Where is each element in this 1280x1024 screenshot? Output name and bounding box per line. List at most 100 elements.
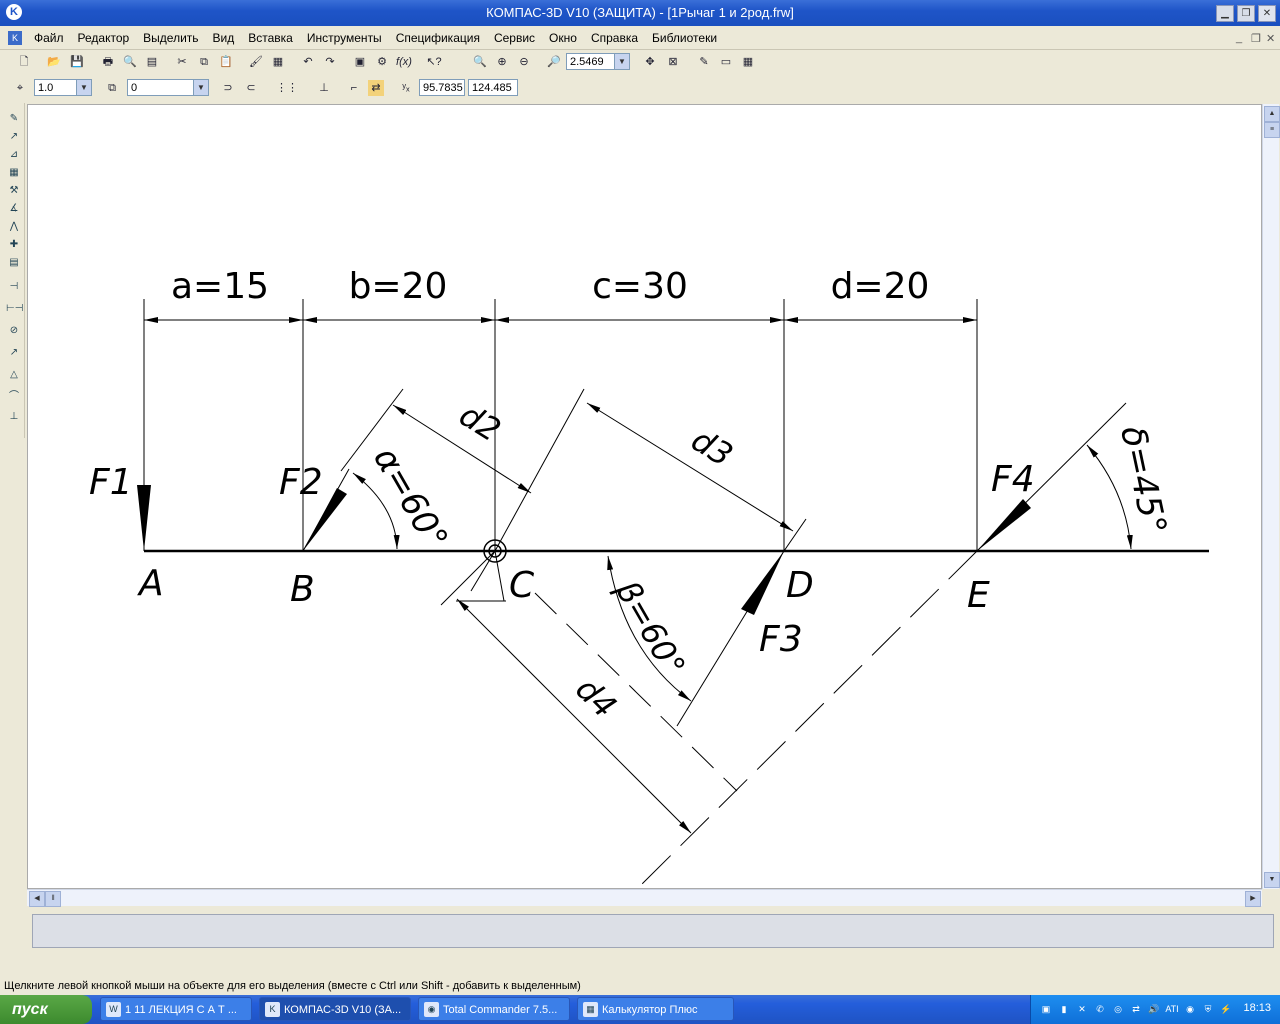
point-c-label[interactable]: C: [509, 565, 535, 606]
menu-edit[interactable]: Редактор: [78, 31, 130, 45]
dim-line-d3[interactable]: [586, 402, 794, 532]
linear-dim-icon[interactable]: ⊣: [6, 279, 22, 295]
window-icon[interactable]: ▭: [718, 54, 734, 70]
layers-icon[interactable]: ⧉: [104, 80, 120, 96]
scroll-down-icon[interactable]: ▼: [1264, 872, 1280, 888]
vertical-scroll-thumb[interactable]: ≡: [1264, 122, 1280, 138]
angular-dim-icon[interactable]: △: [6, 367, 22, 383]
volume-icon[interactable]: 🔊: [1147, 1002, 1161, 1016]
task-total-commander[interactable]: ◉ Total Commander 7.5...: [418, 997, 570, 1021]
radial-dim-icon[interactable]: ↗: [6, 345, 22, 361]
force-f1-label[interactable]: F1: [89, 462, 133, 503]
signal-icon[interactable]: ▮: [1057, 1002, 1071, 1016]
chevron-down-icon[interactable]: ▼: [193, 80, 208, 95]
dim-label-b[interactable]: b=20: [349, 266, 448, 307]
angle-beta-label[interactable]: β=60°: [608, 573, 693, 683]
parametrization-icon[interactable]: ⚒: [6, 183, 22, 199]
pan-icon[interactable]: ✥: [642, 54, 658, 70]
properties-icon[interactable]: ▦: [270, 54, 286, 70]
height-dim-icon[interactable]: ⊥: [6, 409, 22, 425]
libraries-icon[interactable]: ⚙: [374, 54, 390, 70]
messenger-icon[interactable]: ✆: [1093, 1002, 1107, 1016]
dim-label-d[interactable]: d=20: [831, 266, 930, 307]
ati-icon[interactable]: ATI: [1165, 1002, 1179, 1016]
chevron-down-icon[interactable]: ▼: [614, 54, 629, 69]
point-a-label[interactable]: A: [137, 563, 164, 604]
drawing-svg[interactable]: a=15 b=20 c=30 d=20 F1 F2 α=60° d2 d3 F3…: [28, 105, 1262, 889]
antivirus-icon[interactable]: ✕: [1075, 1002, 1089, 1016]
menu-select[interactable]: Выделить: [143, 31, 198, 45]
help-pointer-icon[interactable]: ↖?: [426, 54, 442, 70]
safely-remove-icon[interactable]: ⇄: [1129, 1002, 1143, 1016]
doc-restore-icon[interactable]: ❐: [1251, 32, 1261, 45]
doc-close-icon[interactable]: ✕: [1266, 32, 1275, 45]
zoom-scale-icon[interactable]: 🔎: [546, 54, 562, 70]
print-icon[interactable]: 🖶: [100, 54, 116, 70]
geometry-icon[interactable]: ✎: [6, 111, 22, 127]
doc-minimize-icon[interactable]: _: [1236, 32, 1242, 44]
menu-tools[interactable]: Инструменты: [307, 31, 382, 45]
local-cs-icon[interactable]: ⌖: [12, 80, 28, 96]
target-icon[interactable]: ◎: [1111, 1002, 1125, 1016]
menu-window[interactable]: Окно: [549, 31, 577, 45]
edit-icon[interactable]: ▦: [6, 165, 22, 181]
arc-dim-icon[interactable]: ⌒: [6, 389, 22, 405]
paste-icon[interactable]: 📋: [218, 54, 234, 70]
dim-label-a[interactable]: a=15: [171, 266, 269, 307]
drawing-canvas[interactable]: a=15 b=20 c=30 d=20 F1 F2 α=60° d2 d3 F3…: [27, 104, 1262, 889]
save-icon[interactable]: 💾: [69, 54, 85, 70]
export-icon[interactable]: ▤: [144, 54, 160, 70]
copy-icon[interactable]: ⧉: [196, 54, 212, 70]
new-document-icon[interactable]: 🗋: [16, 54, 32, 70]
refresh-icon[interactable]: ✎: [696, 54, 712, 70]
scroll-up-icon[interactable]: ▲: [1264, 106, 1280, 122]
update-icon[interactable]: ⚡: [1219, 1002, 1233, 1016]
menu-file[interactable]: Файл: [34, 31, 64, 45]
variables-fx-icon[interactable]: f(x): [396, 54, 412, 70]
round-icon[interactable]: ⌐: [346, 80, 362, 96]
circle-icon[interactable]: ◉: [1183, 1002, 1197, 1016]
force-f4-label[interactable]: F4: [991, 459, 1035, 500]
undo-icon[interactable]: ↶: [300, 54, 316, 70]
zoom-combo[interactable]: 2.5469 ▼: [566, 53, 630, 70]
dimensions-icon[interactable]: ↗: [6, 129, 22, 145]
horizontal-scroll-thumb[interactable]: ⦀: [45, 891, 61, 907]
chevron-down-icon[interactable]: ▼: [76, 80, 91, 95]
zoom-in-icon[interactable]: ⊕: [494, 54, 510, 70]
start-button[interactable]: пуск: [0, 995, 92, 1024]
d4-extension-c[interactable]: [440, 550, 496, 606]
label-d2[interactable]: d2: [453, 396, 508, 450]
zoom-out-icon[interactable]: ⊖: [516, 54, 532, 70]
d3-extension-c[interactable]: [494, 388, 585, 552]
d3-extension-d[interactable]: [783, 518, 807, 552]
scroll-left-icon[interactable]: ◀: [29, 891, 45, 907]
open-icon[interactable]: 📂: [46, 54, 62, 70]
horizontal-dim-icon[interactable]: ⊢⊣: [6, 301, 23, 317]
print-preview-icon[interactable]: 🔍: [122, 54, 138, 70]
symbols-icon[interactable]: ⊿: [6, 147, 22, 163]
document-icon[interactable]: K: [8, 31, 22, 45]
redo-icon[interactable]: ↷: [322, 54, 338, 70]
point-e-label[interactable]: E: [967, 575, 990, 616]
snap-icon[interactable]: ⊃: [220, 80, 236, 96]
minimize-button[interactable]: ▁: [1216, 5, 1234, 22]
menu-libraries[interactable]: Библиотеки: [652, 31, 717, 45]
task-kompas[interactable]: K КОМПАС-3D V10 (ЗА...: [259, 997, 411, 1021]
snap-local-icon[interactable]: ⊂: [243, 80, 259, 96]
force-f2-label[interactable]: F2: [279, 462, 323, 503]
manager-icon[interactable]: ▣: [352, 54, 368, 70]
measure-icon[interactable]: ∡: [6, 201, 22, 217]
vertical-scrollbar[interactable]: ▲ ≡ ▼: [1262, 104, 1280, 889]
zoom-in-window-icon[interactable]: 🔍: [472, 54, 488, 70]
menu-help[interactable]: Справка: [591, 31, 638, 45]
maximize-button[interactable]: ❐: [1237, 5, 1255, 22]
label-d4[interactable]: d4: [568, 670, 624, 726]
shield-icon[interactable]: ⛨: [1201, 1002, 1215, 1016]
reports-icon[interactable]: ▤: [6, 255, 22, 271]
close-button[interactable]: ✕: [1258, 5, 1276, 22]
spec-icon[interactable]: ✚: [6, 237, 22, 253]
calculator-icon[interactable]: ▦: [740, 54, 756, 70]
task-calculator[interactable]: ▦ Калькулятор Плюс: [577, 997, 734, 1021]
force-f3-arrow[interactable]: [741, 551, 784, 615]
orthogonal-icon[interactable]: ⊥: [316, 80, 332, 96]
